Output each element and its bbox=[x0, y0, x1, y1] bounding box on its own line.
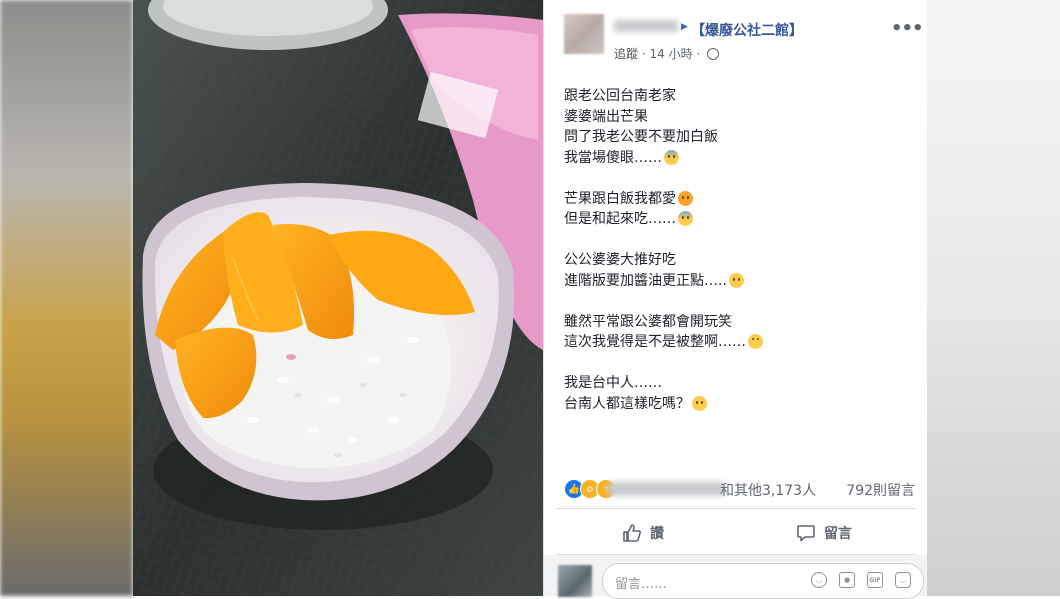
reactor-names-redacted bbox=[608, 482, 724, 496]
text-line: 我是台中人…… bbox=[564, 375, 662, 391]
text-line: 這次我覺得是不是被整啊…… bbox=[564, 334, 746, 350]
blurred-background-right bbox=[926, 0, 1060, 596]
comment-input[interactable]: 留言…… ◡ ● GIF ◡ bbox=[602, 563, 924, 599]
thumbs-up-icon bbox=[623, 524, 641, 542]
reaction-icons[interactable]: 👍 o ᵕ bbox=[564, 479, 616, 499]
public-globe-icon bbox=[707, 48, 720, 60]
text-line: 問了我老公要不要加白飯 bbox=[564, 129, 718, 145]
reaction-count[interactable]: 和其他3,173人 bbox=[720, 480, 816, 500]
divider bbox=[556, 508, 915, 509]
author-name-redacted[interactable] bbox=[614, 20, 678, 32]
camera-icon[interactable]: ● bbox=[839, 572, 855, 588]
laughing-emoji-icon bbox=[748, 334, 763, 349]
like-label: 讚 bbox=[650, 526, 664, 542]
text-line: 跟老公回台南老家 bbox=[564, 88, 676, 104]
text-line: 雖然平常跟公婆都會開玩笑 bbox=[564, 313, 732, 330]
paragraph-5: 我是台中人…… 台南人都這樣吃嗎？ bbox=[564, 373, 914, 414]
text-line: 婆婆端出芒果 bbox=[564, 108, 648, 125]
comment-bubble-icon bbox=[797, 525, 815, 542]
text-line: 進階版要加醬油更正點….. bbox=[564, 272, 727, 289]
commenter-avatar bbox=[558, 565, 592, 597]
scream-emoji-icon bbox=[664, 149, 679, 165]
blurred-background-left bbox=[0, 0, 133, 596]
paragraph-3: 公公婆婆大推好吃 進階版要加醬油更正點….. bbox=[564, 250, 914, 291]
post-timestamp[interactable]: 14 小時 bbox=[649, 47, 692, 61]
text-line: 公公婆婆大推好吃 bbox=[564, 252, 676, 268]
post-photo[interactable] bbox=[133, 0, 543, 596]
hearts-face-emoji-icon bbox=[678, 190, 693, 206]
comment-composer: 留言…… ◡ ● GIF ◡ bbox=[544, 555, 927, 599]
thinking-face-emoji-icon bbox=[692, 395, 707, 411]
group-name-link[interactable]: 【爆廢公社二館】 bbox=[691, 20, 803, 40]
mango-rice-illustration bbox=[133, 0, 543, 596]
comment-placeholder: 留言…… bbox=[615, 577, 668, 592]
paragraph-1: 跟老公回台南老家 婆婆端出芒果 問了我老公要不要加白飯 我當場傻眼…… bbox=[564, 86, 914, 168]
meta-separator: · bbox=[696, 47, 705, 61]
post-meta: 追蹤 · 14 小時 · bbox=[614, 45, 720, 62]
gif-icon[interactable]: GIF bbox=[867, 572, 883, 588]
comment-tools: ◡ ● GIF ◡ bbox=[811, 572, 911, 588]
share-arrow-icon: ▶ bbox=[681, 22, 688, 32]
anxious-face-emoji-icon bbox=[678, 211, 693, 226]
text-line: 台南人都這樣吃嗎？ bbox=[564, 395, 690, 412]
like-button[interactable]: 讚 bbox=[622, 520, 664, 546]
comment-count[interactable]: 792則留言 bbox=[846, 480, 915, 500]
paragraph-2: 芒果跟白飯我都愛 但是和起來吃…… bbox=[564, 189, 914, 230]
more-options-icon[interactable]: ••• bbox=[891, 18, 924, 39]
comment-button[interactable]: 留言 bbox=[796, 520, 852, 546]
sticker-icon[interactable]: ◡ bbox=[895, 572, 911, 588]
post-body: 跟老公回台南老家 婆婆端出芒果 問了我老公要不要加白飯 我當場傻眼…… 芒果跟白… bbox=[564, 86, 914, 435]
comment-label: 留言 bbox=[824, 526, 852, 542]
follow-link[interactable]: 追蹤 bbox=[614, 47, 638, 61]
paragraph-4: 雖然平常跟公婆都會開玩笑 這次我覺得是不是被整啊…… bbox=[564, 312, 914, 353]
text-line: 我當場傻眼…… bbox=[564, 149, 662, 166]
facebook-post: ▶ 【爆廢公社二館】 ••• 追蹤 · 14 小時 · 跟老公回台南老家 婆婆端… bbox=[543, 0, 927, 599]
avatar[interactable] bbox=[564, 14, 604, 54]
emoji-icon[interactable]: ◡ bbox=[811, 572, 827, 588]
text-line: 芒果跟白飯我都愛 bbox=[564, 190, 676, 207]
sad-face-emoji-icon bbox=[728, 272, 744, 288]
text-line: 但是和起來吃…… bbox=[564, 211, 676, 227]
